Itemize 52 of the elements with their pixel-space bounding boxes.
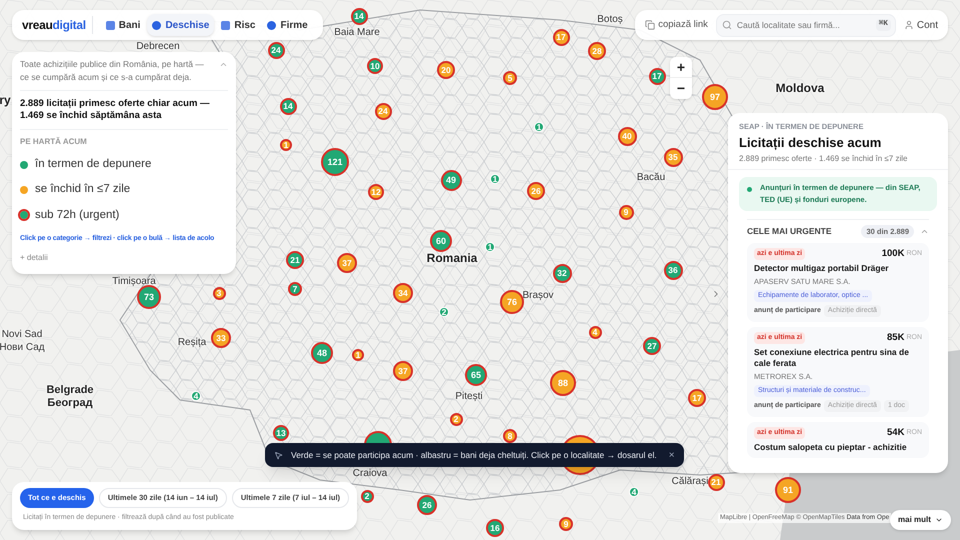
square-icon	[221, 20, 230, 30]
toast-text: Verde = se poate participa acum · albastru = bani deja cheltuiți. Click pe o localitate → dosarul el.	[291, 448, 657, 462]
place-label: Craiova	[352, 468, 388, 480]
nav-tab[interactable]: Risc	[216, 14, 260, 36]
amount-text: 100K	[882, 248, 904, 260]
nav-tab[interactable]: Bani	[100, 14, 146, 36]
amount-text: 54K	[887, 427, 904, 440]
place-label: ry	[0, 94, 11, 106]
place-label: Botoș	[597, 14, 623, 26]
place-label: Moldova	[776, 82, 824, 94]
nav-tab[interactable]: Deschise	[147, 14, 214, 36]
close-button[interactable]: ×	[668, 448, 675, 462]
collapse-icon[interactable]	[219, 60, 228, 69]
place-label: Călărași	[672, 476, 708, 488]
zoom-in-button[interactable]: +	[670, 57, 692, 78]
copy-icon	[645, 20, 656, 30]
nav-tab[interactable]: Firme	[262, 14, 313, 36]
legend-heading: PE HARTĂ ACUM	[20, 136, 88, 148]
tender-title: Detector multigaz portabil Dräger	[754, 263, 889, 274]
square-icon	[106, 20, 115, 30]
stats-text: 2.889 licitații primesc oferte chiar acum — 1.469 se închid săptămâna asta	[20, 91, 228, 130]
intro-text: Toate achizițiile publice din România, pe hartă — ce se cumpără acum și ce s-a cumpărat deja.	[20, 58, 205, 84]
place-label: Brașov	[522, 290, 554, 302]
place-label: Reșița	[178, 337, 206, 349]
place-label: Pitești	[455, 391, 483, 403]
legend-item[interactable]: se închid în ≤7 zile	[20, 181, 228, 198]
pointer-icon	[274, 450, 283, 460]
account-button[interactable]: Cont	[900, 18, 942, 32]
place-label: Baia Mare	[334, 27, 380, 39]
place-label: Novi Sad	[2, 329, 42, 341]
section-heading: CELE MAI URGENTE	[747, 225, 833, 238]
details-link[interactable]: + detalii	[20, 252, 48, 264]
user-icon	[904, 20, 914, 30]
tender-title: Costum salopeta cu pieptar - achizitie	[754, 442, 907, 454]
zoom-out-button[interactable]: −	[670, 78, 692, 99]
more-button[interactable]: mai mult	[890, 510, 951, 530]
legend-item[interactable]: în termen de depunere	[20, 156, 228, 174]
place-label: Romania	[426, 252, 478, 264]
panel-title: Licitații deschise acum	[739, 135, 882, 151]
logo[interactable]: vreaudigital	[22, 16, 93, 34]
place-label: Bacău	[636, 172, 666, 184]
chevron-down-icon	[934, 516, 943, 524]
place-label: Нови Сад	[0, 342, 45, 354]
copy-link-button[interactable]: copiază link	[641, 18, 712, 32]
place-label: Timișoara	[112, 276, 156, 288]
place-label: Debrecen	[136, 41, 180, 53]
panel-subtitle: 2.889 primesc oferte · 1.469 se închid în ≤7 zile	[739, 153, 908, 164]
place-label: Belgrade	[46, 384, 94, 396]
amount-text: 85K	[887, 332, 904, 344]
legend-item[interactable]: sub 72h (urgent)	[20, 206, 228, 224]
tender-title: Set conexiune electrica pentru sina de cale ferata	[754, 347, 910, 370]
place-label: Београд	[47, 397, 93, 409]
